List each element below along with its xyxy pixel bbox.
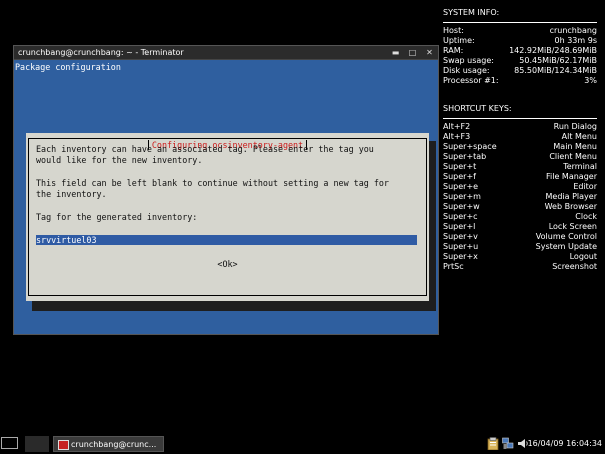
shortcut-row: Super+f File Manager: [443, 172, 597, 182]
dialog-line: the inventory.: [36, 189, 107, 199]
terminal-icon: [58, 440, 69, 450]
shortcut-row-label: Super+w: [443, 202, 480, 211]
debconf-dialog: Configuring ocsinventory-agent Each inve…: [26, 133, 429, 301]
task-label: crunchbang@crunc...: [71, 440, 157, 449]
shortcut-row-label: Super+m: [443, 192, 481, 201]
close-icon[interactable]: ✕: [424, 47, 435, 58]
system-info-row-label: Uptime:: [443, 36, 475, 45]
shortcut-row-value: Web Browser: [544, 202, 597, 211]
shortcut-keys-title: SHORTCUT KEYS:: [443, 104, 512, 113]
clock: 16/04/09 16:04:34: [527, 439, 602, 448]
system-info-row: Processor #1: 3%: [443, 76, 597, 86]
ok-button[interactable]: <Ok>: [29, 259, 426, 270]
system-info-row: RAM: 142.92MiB/248.69MiB: [443, 46, 597, 56]
package-configuration-header: Package configuration: [15, 62, 121, 72]
window-title: crunchbang@crunchbang: ~ - Terminator: [18, 48, 184, 57]
system-info-row: Swap usage: 50.45MiB/62.17MiB: [443, 56, 597, 66]
divider: [443, 22, 597, 23]
conky-panel: SYSTEM INFO: Host: crunchbang Uptime: 0h 33…: [443, 8, 597, 272]
shortcut-row-label: Super+t: [443, 162, 477, 171]
shortcut-row: Super+m Media Player: [443, 192, 597, 202]
shortcut-row-label: Alt+F2: [443, 122, 471, 131]
system-info-list: Host: crunchbang Uptime: 0h 33m 9s RAM: 142.9…: [443, 26, 597, 86]
system-tray: [487, 437, 529, 450]
shortcut-row: Super+u System Update: [443, 242, 597, 252]
shortcut-row-value: Run Dialog: [553, 122, 597, 131]
dialog-frame: Configuring ocsinventory-agent Each inve…: [28, 138, 427, 296]
system-info-row: Host: crunchbang: [443, 26, 597, 36]
tag-input[interactable]: srvvirtuel03: [36, 235, 417, 245]
dialog-line: Tag for the generated inventory:: [36, 212, 198, 222]
shortcut-row-value: Main Menu: [553, 142, 597, 151]
system-info-row-label: Host:: [443, 26, 464, 35]
shortcut-row-value: Client Menu: [549, 152, 597, 161]
desktop-icon[interactable]: [1, 437, 18, 449]
shortcut-row: Super+c Clock: [443, 212, 597, 222]
system-info-row-value: 0h 33m 9s: [554, 36, 597, 45]
shortcut-row: PrtSc Screenshot: [443, 262, 597, 272]
shortcut-row-value: Logout: [569, 252, 597, 261]
taskbar: crunchbang@crunc... 16/04/09 16:04:34: [0, 434, 605, 454]
taskbar-task-terminator[interactable]: crunchbang@crunc...: [53, 436, 164, 452]
system-info-row-value: crunchbang: [549, 26, 597, 35]
shortcut-row: Super+w Web Browser: [443, 202, 597, 212]
window-titlebar[interactable]: crunchbang@crunchbang: ~ - Terminator ▬ …: [14, 46, 438, 60]
shortcut-row-label: Alt+F3: [443, 132, 471, 141]
system-info-row-value: 3%: [584, 76, 597, 85]
shortcut-row-value: Screenshot: [552, 262, 597, 271]
system-info-row-label: Disk usage:: [443, 66, 490, 75]
shortcut-row-label: Super+u: [443, 242, 479, 251]
shortcut-row-value: Clock: [575, 212, 597, 221]
system-info-title: SYSTEM INFO:: [443, 8, 500, 17]
system-info-row-value: 85.50MiB/124.34MiB: [514, 66, 597, 75]
system-info-row-label: RAM:: [443, 46, 464, 55]
shortcut-row: Alt+F3 Alt Menu: [443, 132, 597, 142]
dialog-line: would like for the new inventory.: [36, 155, 203, 165]
shortcut-row: Alt+F2 Run Dialog: [443, 122, 597, 132]
shortcut-row-label: PrtSc: [443, 262, 464, 271]
system-info-row-value: 142.92MiB/248.69MiB: [509, 46, 597, 55]
shortcut-row-value: Editor: [573, 182, 597, 191]
network-icon[interactable]: [502, 437, 514, 450]
system-info-row-label: Processor #1:: [443, 76, 499, 85]
shortcut-row-value: Lock Screen: [548, 222, 597, 231]
dialog-line: This field can be left blank to continue…: [36, 178, 389, 188]
system-info-row-label: Swap usage:: [443, 56, 494, 65]
shortcut-row-label: Super+v: [443, 232, 478, 241]
shortcut-row-value: File Manager: [546, 172, 597, 181]
shortcut-row: Super+l Lock Screen: [443, 222, 597, 232]
clipboard-icon[interactable]: [487, 437, 499, 450]
shortcut-row-label: Super+f: [443, 172, 476, 181]
dialog-line: Each inventory can have an associated ta…: [36, 144, 374, 154]
system-info-row-value: 50.45MiB/62.17MiB: [519, 56, 597, 65]
terminator-window[interactable]: crunchbang@crunchbang: ~ - Terminator ▬ …: [13, 45, 439, 335]
maximize-icon[interactable]: □: [407, 47, 418, 58]
shortcut-row-value: Media Player: [545, 192, 597, 201]
shortcut-row: Super+v Volume Control: [443, 232, 597, 242]
shortcut-row-label: Super+e: [443, 182, 479, 191]
shortcut-row: Super+space Main Menu: [443, 142, 597, 152]
shortcut-row: Super+tab Client Menu: [443, 152, 597, 162]
shortcut-row-value: Terminal: [563, 162, 597, 171]
shortcut-row-value: Volume Control: [535, 232, 597, 241]
shortcut-row: Super+t Terminal: [443, 162, 597, 172]
shortcut-row-label: Super+x: [443, 252, 478, 261]
shortcut-row: Super+e Editor: [443, 182, 597, 192]
minimize-icon[interactable]: ▬: [390, 47, 401, 58]
shortcut-keys-list: Alt+F2 Run Dialog Alt+F3 Alt Menu Super+spac…: [443, 122, 597, 272]
shortcut-row-label: Super+c: [443, 212, 478, 221]
workspace-button[interactable]: [25, 436, 49, 452]
system-info-row: Uptime: 0h 33m 9s: [443, 36, 597, 46]
shortcut-row: Super+x Logout: [443, 252, 597, 262]
shortcut-row-value: System Update: [535, 242, 597, 251]
system-info-row: Disk usage: 85.50MiB/124.34MiB: [443, 66, 597, 76]
shortcut-row-label: Super+space: [443, 142, 497, 151]
shortcut-row-label: Super+tab: [443, 152, 487, 161]
shortcut-row-value: Alt Menu: [561, 132, 597, 141]
divider: [443, 118, 597, 119]
terminal-area[interactable]: Package configuration Configuring ocsinv…: [14, 60, 438, 334]
shortcut-row-label: Super+l: [443, 222, 476, 231]
